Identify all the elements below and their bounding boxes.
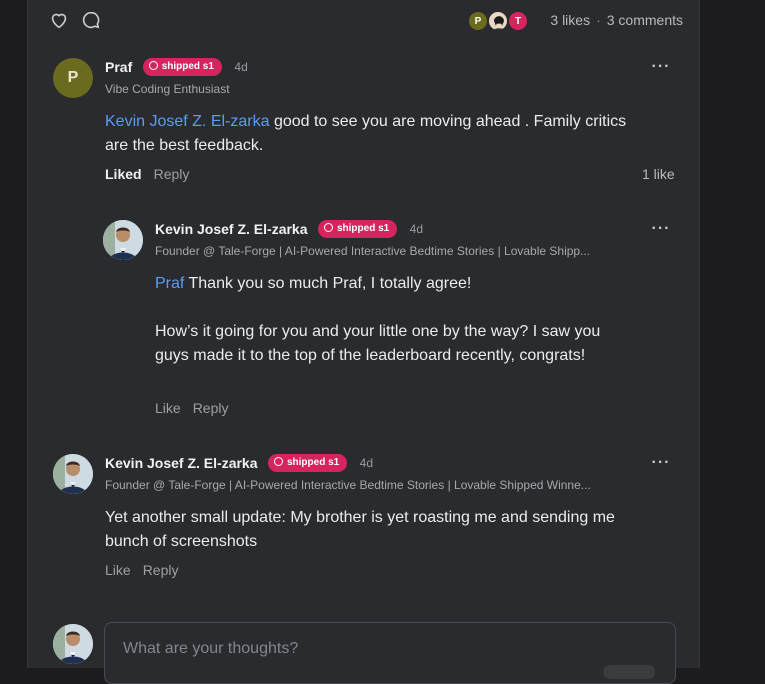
reply-button[interactable]: Reply bbox=[193, 400, 229, 416]
comment: P Praf shipped s1 4d Vibe Coding Enthusi… bbox=[53, 58, 678, 188]
author-name[interactable]: Kevin Josef Z. El-zarka bbox=[105, 455, 258, 471]
like-button[interactable]: Liked bbox=[105, 166, 142, 182]
comment-composer bbox=[104, 622, 676, 684]
liker-avatar-photo bbox=[488, 11, 508, 31]
avatar[interactable]: P bbox=[53, 58, 93, 98]
reply-comment: Kevin Josef Z. El-zarka shipped s1 4d Fo… bbox=[103, 220, 678, 420]
separator-dot: · bbox=[596, 12, 601, 28]
timestamp: 4d bbox=[359, 456, 374, 470]
comment-text: Thank you so much Praf, I totally agree! bbox=[184, 275, 472, 292]
liker-avatar: P bbox=[468, 11, 488, 31]
comment-actions: Liked Reply bbox=[105, 166, 201, 182]
shipped-badge: shipped s1 bbox=[142, 58, 222, 76]
mention-link[interactable]: Kevin Josef Z. El-zarka bbox=[105, 113, 270, 130]
author-subtitle: Founder @ Tale-Forge | AI-Powered Intera… bbox=[105, 478, 591, 492]
liker-avatar: T bbox=[508, 11, 528, 31]
comment-header: Kevin Josef Z. El-zarka shipped s1 4d bbox=[155, 220, 423, 238]
comment-body: Praf Thank you so much Praf, I totally a… bbox=[155, 272, 625, 296]
author-name[interactable]: Kevin Josef Z. El-zarka bbox=[155, 221, 308, 237]
timestamp: 4d bbox=[409, 222, 424, 236]
shipped-badge-icon bbox=[148, 61, 158, 70]
comments-panel: P T 3 likes · 3 comments P Praf shipped s1… bbox=[27, 0, 700, 684]
author-subtitle: Founder @ Tale-Forge | AI-Powered Intera… bbox=[155, 244, 591, 258]
reply-button[interactable]: Reply bbox=[154, 166, 190, 182]
badge-label: shipped s1 bbox=[286, 457, 340, 468]
heart-icon[interactable] bbox=[48, 9, 70, 31]
shipped-badge: shipped s1 bbox=[317, 220, 398, 238]
post-stats: 3 likes · 3 comments bbox=[550, 12, 683, 28]
more-horizontal-icon[interactable]: ··· bbox=[651, 59, 671, 80]
author-subtitle: Vibe Coding Enthusiast bbox=[105, 82, 230, 96]
comment-text-paragraph: How’s it going for you and your little o… bbox=[155, 323, 601, 364]
submit-button[interactable] bbox=[603, 665, 655, 679]
comment-header: Kevin Josef Z. El-zarka shipped s1 4d bbox=[105, 454, 373, 472]
comment-body: Yet another small update: My brother is … bbox=[105, 509, 615, 550]
speech-bubble-icon[interactable] bbox=[80, 9, 102, 31]
post-action-bar: P T 3 likes · 3 comments bbox=[28, 0, 699, 42]
like-button[interactable]: Like bbox=[155, 400, 181, 416]
shipped-badge: shipped s1 bbox=[267, 454, 348, 472]
mention-link[interactable]: Praf bbox=[155, 275, 184, 292]
comment: Kevin Josef Z. El-zarka shipped s1 4d Fo… bbox=[53, 454, 678, 584]
shipped-badge-icon bbox=[273, 457, 283, 466]
badge-label: shipped s1 bbox=[161, 61, 214, 72]
comment-header: Praf shipped s1 4d bbox=[105, 58, 248, 76]
current-user-avatar bbox=[53, 624, 93, 664]
like-count[interactable]: 1 like bbox=[642, 166, 675, 182]
more-horizontal-icon[interactable]: ··· bbox=[651, 455, 671, 476]
shipped-badge-icon bbox=[323, 223, 333, 232]
likes-count-link[interactable]: 3 likes bbox=[550, 12, 590, 28]
comment-input[interactable] bbox=[121, 635, 645, 663]
avatar[interactable] bbox=[53, 454, 93, 494]
comment-actions: Like Reply bbox=[155, 400, 240, 416]
avatar[interactable] bbox=[103, 220, 143, 260]
reply-button[interactable]: Reply bbox=[143, 562, 179, 578]
comment-body: Kevin Josef Z. El-zarka good to see you … bbox=[105, 110, 645, 158]
like-button[interactable]: Like bbox=[105, 562, 131, 578]
comment-actions: Like Reply bbox=[105, 562, 190, 578]
timestamp: 4d bbox=[234, 60, 248, 74]
author-name[interactable]: Praf bbox=[105, 59, 132, 75]
more-horizontal-icon[interactable]: ··· bbox=[651, 221, 671, 242]
comments-count-link[interactable]: 3 comments bbox=[607, 12, 683, 28]
badge-label: shipped s1 bbox=[336, 223, 390, 234]
